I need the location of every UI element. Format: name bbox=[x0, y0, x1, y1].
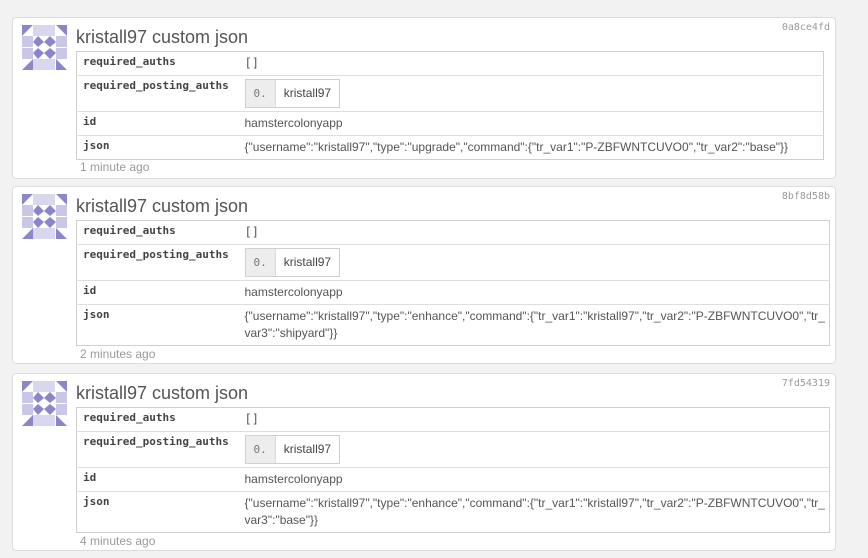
field-key: required_posting_auths bbox=[76, 75, 241, 112]
field-key: json bbox=[76, 304, 241, 346]
posting-auth-account[interactable]: kristall97 bbox=[276, 80, 339, 107]
posting-auth-account[interactable]: kristall97 bbox=[276, 436, 339, 463]
operation-title[interactable]: kristall97 custom json bbox=[76, 27, 248, 48]
field-key: id bbox=[76, 467, 241, 492]
field-key: required_auths bbox=[83, 411, 176, 424]
field-key: id bbox=[76, 111, 241, 136]
timestamp[interactable]: 1 minute ago bbox=[80, 160, 149, 174]
table-row: json {"username":"kristall97","type":"en… bbox=[76, 304, 830, 346]
json-payload: {"username":"kristall97","type":"enhance… bbox=[240, 491, 830, 533]
operation-details-table: required_auths [] required_posting_auths… bbox=[76, 407, 830, 533]
field-key: required_auths bbox=[83, 55, 176, 68]
table-row: required_posting_auths 0. kristall97 bbox=[76, 244, 830, 281]
table-row: id hamstercolonyapp bbox=[76, 467, 830, 492]
field-value: [] bbox=[244, 56, 259, 70]
field-key: json bbox=[76, 491, 241, 533]
operation-details-table: required_auths [] required_posting_auths… bbox=[76, 51, 824, 160]
field-key: required_posting_auths bbox=[76, 431, 241, 468]
table-row: required_posting_auths 0. kristall97 bbox=[76, 75, 824, 112]
array-index: 0. bbox=[245, 436, 276, 463]
posting-auth-entry: 0. kristall97 bbox=[244, 435, 341, 464]
field-key: json bbox=[76, 135, 241, 160]
table-row: required_posting_auths 0. kristall97 bbox=[76, 431, 830, 468]
transaction-hash[interactable]: 8bf8d58b bbox=[782, 191, 830, 202]
table-row: id hamstercolonyapp bbox=[76, 111, 824, 136]
table-row: required_auths [] bbox=[77, 408, 830, 432]
operation-title[interactable]: kristall97 custom json bbox=[76, 196, 248, 217]
json-payload: {"username":"kristall97","type":"upgrade… bbox=[240, 135, 824, 160]
posting-auth-entry: 0. kristall97 bbox=[244, 79, 341, 108]
array-index: 0. bbox=[245, 249, 276, 276]
avatar-identicon[interactable] bbox=[22, 25, 67, 70]
avatar-identicon[interactable] bbox=[22, 194, 67, 239]
posting-auth-account[interactable]: kristall97 bbox=[276, 249, 339, 276]
json-payload: {"username":"kristall97","type":"enhance… bbox=[240, 304, 830, 346]
operation-title[interactable]: kristall97 custom json bbox=[76, 383, 248, 404]
operation-card: 0a8ce4fd kristall97 custom json required… bbox=[12, 17, 836, 179]
field-value: 0. kristall97 bbox=[240, 431, 830, 468]
posting-auth-entry: 0. kristall97 bbox=[244, 248, 341, 277]
operation-card: 7fd54319 kristall97 custom json required… bbox=[12, 373, 836, 551]
field-key: required_auths bbox=[83, 224, 176, 237]
array-index: 0. bbox=[245, 80, 276, 107]
table-row: required_auths [] bbox=[77, 221, 830, 245]
operation-details-table: required_auths [] required_posting_auths… bbox=[76, 220, 830, 346]
field-key: required_posting_auths bbox=[76, 244, 241, 281]
table-row: required_auths [] bbox=[77, 52, 824, 76]
field-value: hamstercolonyapp bbox=[240, 111, 824, 136]
activity-feed: 0a8ce4fd kristall97 custom json required… bbox=[0, 0, 868, 558]
field-value: hamstercolonyapp bbox=[240, 467, 830, 492]
timestamp[interactable]: 2 minutes ago bbox=[80, 347, 155, 361]
operation-card: 8bf8d58b kristall97 custom json required… bbox=[12, 186, 836, 364]
field-value: 0. kristall97 bbox=[240, 75, 824, 112]
table-row: json {"username":"kristall97","type":"up… bbox=[76, 135, 824, 160]
transaction-hash[interactable]: 0a8ce4fd bbox=[782, 22, 830, 33]
field-value: 0. kristall97 bbox=[240, 244, 830, 281]
transaction-hash[interactable]: 7fd54319 bbox=[782, 378, 830, 389]
timestamp[interactable]: 4 minutes ago bbox=[80, 534, 155, 548]
field-value: hamstercolonyapp bbox=[240, 280, 830, 305]
field-key: id bbox=[76, 280, 241, 305]
avatar-identicon[interactable] bbox=[22, 381, 67, 426]
table-row: id hamstercolonyapp bbox=[76, 280, 830, 305]
field-value: [] bbox=[244, 225, 259, 239]
field-value: [] bbox=[244, 412, 259, 426]
table-row: json {"username":"kristall97","type":"en… bbox=[76, 491, 830, 533]
